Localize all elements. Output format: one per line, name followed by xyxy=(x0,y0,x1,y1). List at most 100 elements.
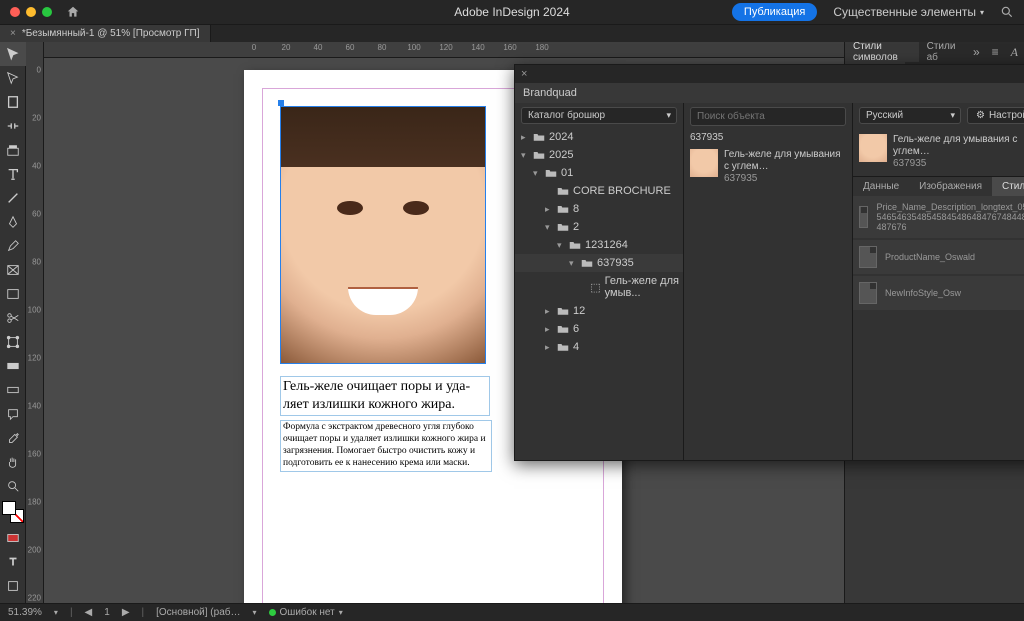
search-icon[interactable] xyxy=(1000,5,1014,19)
search-result-item[interactable]: Гель-желе для умывания с углем… 637935 xyxy=(684,145,852,189)
layer-indicator[interactable]: [Основной] (раб… xyxy=(156,607,240,618)
close-window-button[interactable] xyxy=(10,7,20,17)
gradient-swatch-tool[interactable] xyxy=(0,354,26,378)
language-select[interactable]: Русский xyxy=(859,107,961,124)
rectangle-frame-tool[interactable] xyxy=(0,258,26,282)
caret-icon[interactable]: ▾ xyxy=(533,168,541,179)
scissors-tool[interactable] xyxy=(0,306,26,330)
tree-node[interactable]: ▸ 12 xyxy=(515,302,683,320)
tree-node-label: 4 xyxy=(573,341,579,353)
style-row[interactable]: NewInfoStyle_Osw xyxy=(853,276,1024,310)
tree-node[interactable]: ▾637935 xyxy=(515,254,683,272)
style-row[interactable]: Price_Name_Description_longtext_05648546… xyxy=(853,196,1024,238)
minimize-window-button[interactable] xyxy=(26,7,36,17)
search-column: 637935 Гель-желе для умывания с углем… 6… xyxy=(684,103,853,460)
folder-icon xyxy=(581,258,593,268)
home-icon[interactable] xyxy=(66,5,80,19)
search-input[interactable] xyxy=(690,107,846,126)
free-transform-tool[interactable] xyxy=(0,330,26,354)
view-mode-icon[interactable] xyxy=(0,574,26,598)
caret-icon[interactable]: ▸ xyxy=(545,324,553,335)
zoom-tool[interactable] xyxy=(0,474,26,498)
tree-node[interactable]: ▸4 xyxy=(515,338,683,356)
close-panel-icon[interactable]: × xyxy=(521,68,527,80)
folder-icon xyxy=(557,186,569,196)
tab-styles[interactable]: Стили xyxy=(992,177,1024,196)
styles-list: Price_Name_Description_longtext_05648546… xyxy=(853,196,1024,312)
close-tab-icon[interactable]: × xyxy=(10,28,16,39)
note-tool[interactable] xyxy=(0,402,26,426)
tab-data[interactable]: Данные xyxy=(853,177,909,196)
tree-node[interactable]: ▾ 1231264 xyxy=(515,236,683,254)
folder-icon xyxy=(545,168,557,178)
caret-icon[interactable]: ▾ xyxy=(545,222,553,233)
caret-icon[interactable]: ▾ xyxy=(557,240,565,251)
rectangle-tool[interactable] xyxy=(0,282,26,306)
caret-icon[interactable]: ▾ xyxy=(521,150,529,161)
tree-node[interactable]: ▸2024 xyxy=(515,128,683,146)
tab-images[interactable]: Изображения xyxy=(909,177,992,196)
preflight-status[interactable]: Ошибок нет ▾ xyxy=(269,607,343,618)
direct-selection-tool[interactable] xyxy=(0,66,26,90)
caret-icon[interactable]: ▸ xyxy=(545,342,553,353)
tree-node[interactable]: ▾ 01 xyxy=(515,164,683,182)
main-area: 020406080100120140160180200220 020406080… xyxy=(0,42,1024,603)
body-text-frame[interactable]: Формула с экстрактом древесного угля глу… xyxy=(280,420,492,472)
caret-icon[interactable]: ▸ xyxy=(521,132,529,143)
tree-node[interactable]: ▸6 xyxy=(515,320,683,338)
heading-text-frame[interactable]: Гель-желе очищает поры и уда­ляет излишк… xyxy=(280,376,490,416)
tree-node[interactable]: ▸8 xyxy=(515,200,683,218)
chevron-right-icon[interactable]: ▶ xyxy=(122,607,130,618)
styles-panel-tabs: Стили символов Стили аб » ≡ A xyxy=(845,42,1024,62)
page-number[interactable]: 1 xyxy=(104,607,110,618)
folder-icon xyxy=(557,222,569,232)
pencil-tool[interactable] xyxy=(0,234,26,258)
selection-tool[interactable] xyxy=(0,42,26,66)
type-tool[interactable] xyxy=(0,162,26,186)
title-bar: Adobe InDesign 2024 Публикация Существен… xyxy=(0,0,1024,24)
double-chevron-icon[interactable]: » xyxy=(967,45,986,59)
panel-title: Brandquad xyxy=(515,83,1024,103)
panel-menu-icon[interactable]: ≡ xyxy=(986,45,1005,59)
fill-stroke-swatch[interactable] xyxy=(2,501,24,523)
formatting-container-icon[interactable] xyxy=(0,526,26,550)
eyedropper-tool[interactable] xyxy=(0,426,26,450)
chevron-left-icon[interactable]: ◀ xyxy=(85,607,93,618)
formatting-text-icon[interactable] xyxy=(0,550,26,574)
tree-node[interactable]: CORE BROCHURE xyxy=(515,182,683,200)
image-frame[interactable] xyxy=(280,106,486,364)
style-row[interactable]: ProductName_Oswald xyxy=(853,240,1024,274)
pen-tool[interactable] xyxy=(0,210,26,234)
chevron-down-icon[interactable]: ▾ xyxy=(54,608,58,617)
document-tab[interactable]: × *Безымянный-1 @ 51% [Просмотр ГП] xyxy=(0,25,211,42)
gap-tool[interactable] xyxy=(0,114,26,138)
tree-node-label: Гель-желе для умыв... xyxy=(605,275,679,299)
canvas[interactable]: 020406080100120140160180 Гель-желе очища… xyxy=(44,42,1024,603)
content-collector-tool[interactable] xyxy=(0,138,26,162)
settings-button[interactable]: ⚙Настройки xyxy=(967,107,1024,124)
maximize-window-button[interactable] xyxy=(42,7,52,17)
brandquad-panel: × ≡ Brandquad Каталог брошюр ▸2024▾2025▾… xyxy=(514,64,1024,461)
character-icon[interactable]: A xyxy=(1005,45,1024,60)
caret-icon[interactable]: ▸ xyxy=(545,204,553,215)
workspace-dropdown[interactable]: Существенные элементы▾ xyxy=(833,5,984,19)
tree-node[interactable]: ▾2 xyxy=(515,218,683,236)
tree-node[interactable]: ⬚Гель-желе для умыв... xyxy=(515,272,683,302)
catalog-select[interactable]: Каталог брошюр xyxy=(521,107,677,124)
zoom-level[interactable]: 51.39% xyxy=(8,607,42,618)
caret-icon[interactable]: ▾ xyxy=(569,258,577,269)
line-tool[interactable] xyxy=(0,186,26,210)
detail-title: Гель-желе для умывания с углем… xyxy=(893,134,1024,158)
tree-node[interactable]: ▾2025 xyxy=(515,146,683,164)
tree-node-label: 12 xyxy=(573,305,585,317)
page-tool[interactable] xyxy=(0,90,26,114)
gradient-feather-tool[interactable] xyxy=(0,378,26,402)
hand-tool[interactable] xyxy=(0,450,26,474)
tree-node-label: 01 xyxy=(561,167,573,179)
caret-icon[interactable]: ▸ xyxy=(545,306,553,317)
result-code: 637935 xyxy=(724,173,846,185)
panel-drag-bar[interactable]: × ≡ xyxy=(515,65,1024,83)
publish-button[interactable]: Публикация xyxy=(732,3,817,21)
tree-node-label: 1231264 xyxy=(585,239,628,251)
style-sheet-icon xyxy=(859,246,877,268)
